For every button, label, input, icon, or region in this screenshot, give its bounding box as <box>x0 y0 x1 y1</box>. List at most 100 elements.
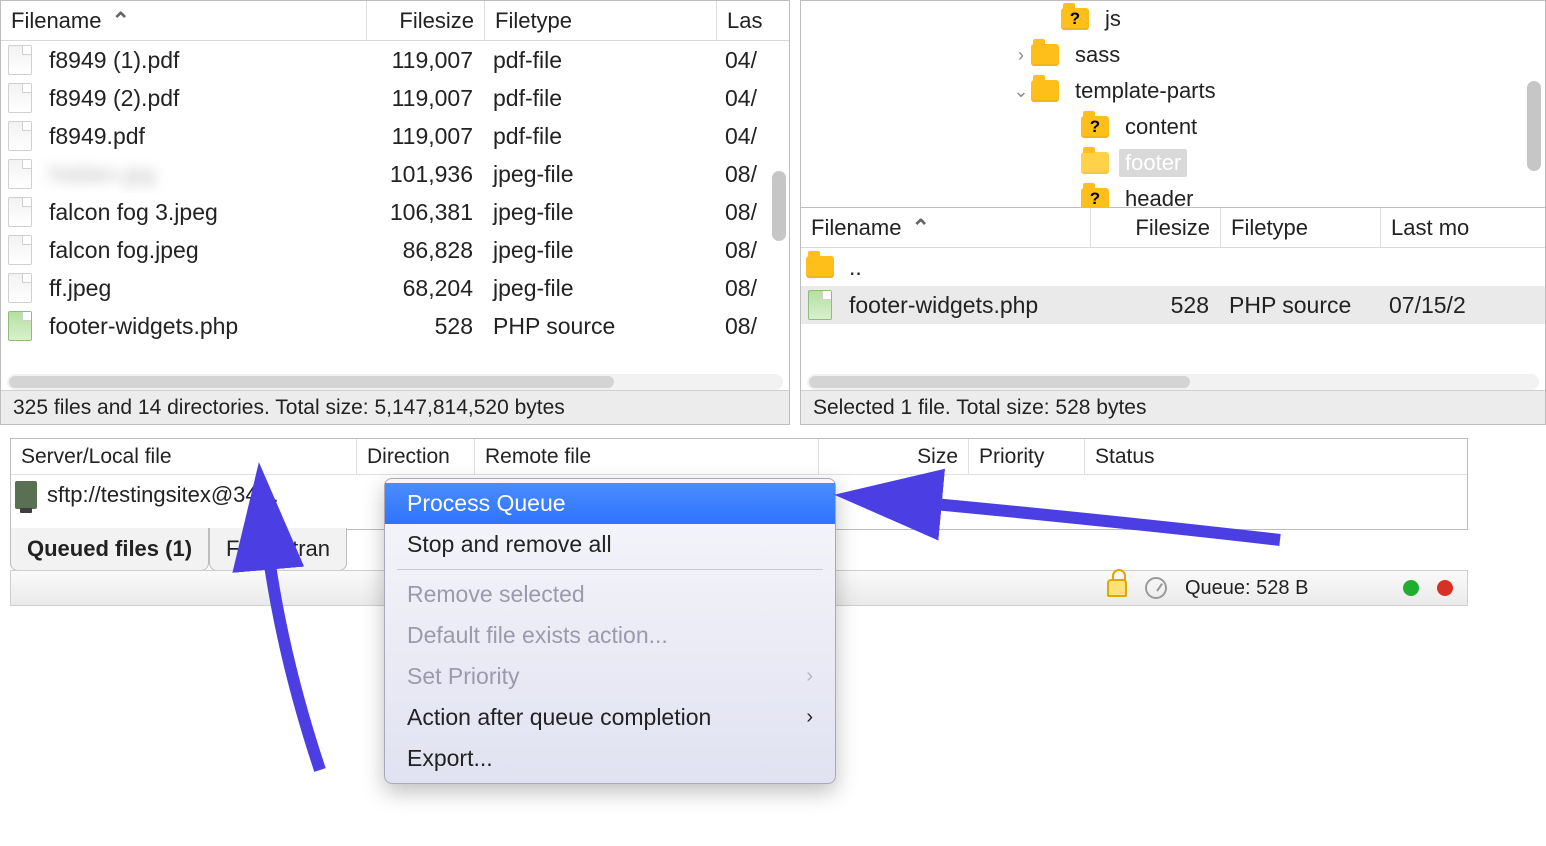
ctx-process-queue[interactable]: Process Queue <box>385 483 835 524</box>
ctx-stop-remove-all[interactable]: Stop and remove all <box>385 524 835 565</box>
parent-dir-row[interactable]: .. <box>801 248 1545 286</box>
remote-status-bar: Selected 1 file. Total size: 528 bytes <box>801 390 1545 424</box>
filename: f8949 (1).pdf <box>39 47 365 74</box>
file-icon <box>8 121 32 151</box>
local-status-bar: 325 files and 14 directories. Total size… <box>1 390 789 424</box>
local-file-list[interactable]: f8949 (1).pdf119,007pdf-file04/f8949 (2)… <box>1 41 789 345</box>
remote-file-header: Filename ⌃ Filesize Filetype Last mo <box>801 208 1545 248</box>
disclosure-icon[interactable]: ⌄ <box>1011 81 1031 102</box>
tree-label: sass <box>1069 41 1126 69</box>
filesize: 119,007 <box>365 85 483 112</box>
status-dot-red <box>1437 580 1453 596</box>
col-remote[interactable]: Remote file <box>475 439 819 474</box>
status-dot-green <box>1403 580 1419 596</box>
tree-item[interactable]: header <box>801 181 1545 208</box>
file-row[interactable]: footer-widgets.php528PHP source08/ <box>1 307 789 345</box>
filesize: 101,936 <box>365 161 483 188</box>
filesize: 86,828 <box>365 237 483 264</box>
filetype: jpeg-file <box>483 199 715 226</box>
filename: hidden.jpg <box>39 161 365 188</box>
lastmod: 04/ <box>715 47 789 74</box>
col-size[interactable]: Size <box>819 439 969 474</box>
tab-queued-files[interactable]: Queued files (1) <box>10 528 209 571</box>
filename: ff.jpeg <box>39 275 365 302</box>
tree-item[interactable]: ⌄template-parts <box>801 73 1545 109</box>
file-row[interactable]: f8949 (1).pdf119,007pdf-file04/ <box>1 41 789 79</box>
col-filename[interactable]: Filename ⌃ <box>1 1 367 40</box>
col-filename[interactable]: Filename ⌃ <box>801 208 1091 247</box>
vertical-scrollbar[interactable] <box>1527 81 1541 171</box>
ctx-separator <box>397 569 823 570</box>
file-row[interactable]: ff.jpeg68,204jpeg-file08/ <box>1 269 789 307</box>
folder-icon <box>1061 8 1089 30</box>
annotation-arrow-left <box>230 480 360 786</box>
col-filename-label: Filename <box>11 8 101 34</box>
folder-icon <box>806 256 834 278</box>
lock-icon[interactable] <box>1107 579 1127 597</box>
file-row[interactable]: f8949.pdf119,007pdf-file04/ <box>1 117 789 155</box>
local-file-header: Filename ⌃ Filesize Filetype Las <box>1 1 789 41</box>
filetype: jpeg-file <box>483 161 715 188</box>
ctx-default-file-exists: Default file exists action... <box>385 615 835 656</box>
disclosure-icon[interactable]: › <box>1011 45 1031 66</box>
php-file-icon <box>808 290 832 320</box>
col-server[interactable]: Server/Local file <box>11 439 357 474</box>
folder-icon <box>1081 152 1109 174</box>
col-filesize[interactable]: Filesize <box>367 1 485 40</box>
ctx-set-priority: Set Priority › <box>385 656 835 697</box>
chevron-right-icon: › <box>806 706 813 729</box>
scrollbar-thumb[interactable] <box>9 376 614 388</box>
scrollbar-thumb[interactable] <box>809 376 1190 388</box>
tree-item[interactable]: content <box>801 109 1545 145</box>
server-icon <box>15 481 37 509</box>
filesize: 106,381 <box>365 199 483 226</box>
col-direction[interactable]: Direction <box>357 439 475 474</box>
col-status[interactable]: Status <box>1085 439 1467 474</box>
folder-icon <box>1081 116 1109 138</box>
file-row[interactable]: falcon fog 3.jpeg106,381jpeg-file08/ <box>1 193 789 231</box>
remote-lastmod: 07/15/2 <box>1379 292 1545 319</box>
queue-size-label: Queue: 528 B <box>1185 577 1385 600</box>
horizontal-scrollbar[interactable] <box>807 374 1539 390</box>
file-row[interactable]: f8949 (2).pdf119,007pdf-file04/ <box>1 79 789 117</box>
tree-label: js <box>1099 5 1127 33</box>
filesize: 68,204 <box>365 275 483 302</box>
tree-label: content <box>1119 113 1203 141</box>
tree-item[interactable]: js <box>801 1 1545 37</box>
sort-asc-icon: ⌃ <box>111 8 129 34</box>
tree-item[interactable]: footer <box>801 145 1545 181</box>
tree-label: header <box>1119 185 1200 208</box>
col-filesize[interactable]: Filesize <box>1091 208 1221 247</box>
speed-meter-icon[interactable] <box>1145 577 1167 599</box>
tree-item[interactable]: › sass <box>801 37 1545 73</box>
ctx-remove-selected: Remove selected <box>385 574 835 615</box>
file-icon <box>8 83 32 113</box>
chevron-right-icon: › <box>806 665 813 688</box>
col-lastmod[interactable]: Last mo <box>1381 208 1545 247</box>
col-filetype[interactable]: Filetype <box>1221 208 1381 247</box>
filetype: pdf-file <box>483 47 715 74</box>
remote-filetype: PHP source <box>1219 292 1379 319</box>
ctx-action-after-completion[interactable]: Action after queue completion › <box>385 697 835 738</box>
lastmod: 08/ <box>715 275 789 302</box>
filetype: pdf-file <box>483 85 715 112</box>
filesize: 528 <box>365 313 483 340</box>
remote-tree[interactable]: js › sass ⌄template-parts content footer heade… <box>800 0 1546 208</box>
remote-file-row[interactable]: footer-widgets.php 528 PHP source 07/15/… <box>801 286 1545 324</box>
file-icon <box>8 45 32 75</box>
ctx-export[interactable]: Export... <box>385 738 835 779</box>
col-lastmod[interactable]: Las <box>717 1 789 40</box>
filename: falcon fog 3.jpeg <box>39 199 365 226</box>
tree-label: footer <box>1119 149 1187 177</box>
annotation-arrow-right <box>850 470 1290 566</box>
folder-icon <box>1031 80 1059 102</box>
col-priority[interactable]: Priority <box>969 439 1085 474</box>
filetype: PHP source <box>483 313 715 340</box>
file-icon <box>8 197 32 227</box>
file-row[interactable]: falcon fog.jpeg86,828jpeg-file08/ <box>1 231 789 269</box>
file-row[interactable]: hidden.jpg101,936jpeg-file08/ <box>1 155 789 193</box>
filename: f8949.pdf <box>39 123 365 150</box>
horizontal-scrollbar[interactable] <box>7 374 783 390</box>
col-filetype[interactable]: Filetype <box>485 1 717 40</box>
vertical-scrollbar[interactable] <box>772 171 786 241</box>
